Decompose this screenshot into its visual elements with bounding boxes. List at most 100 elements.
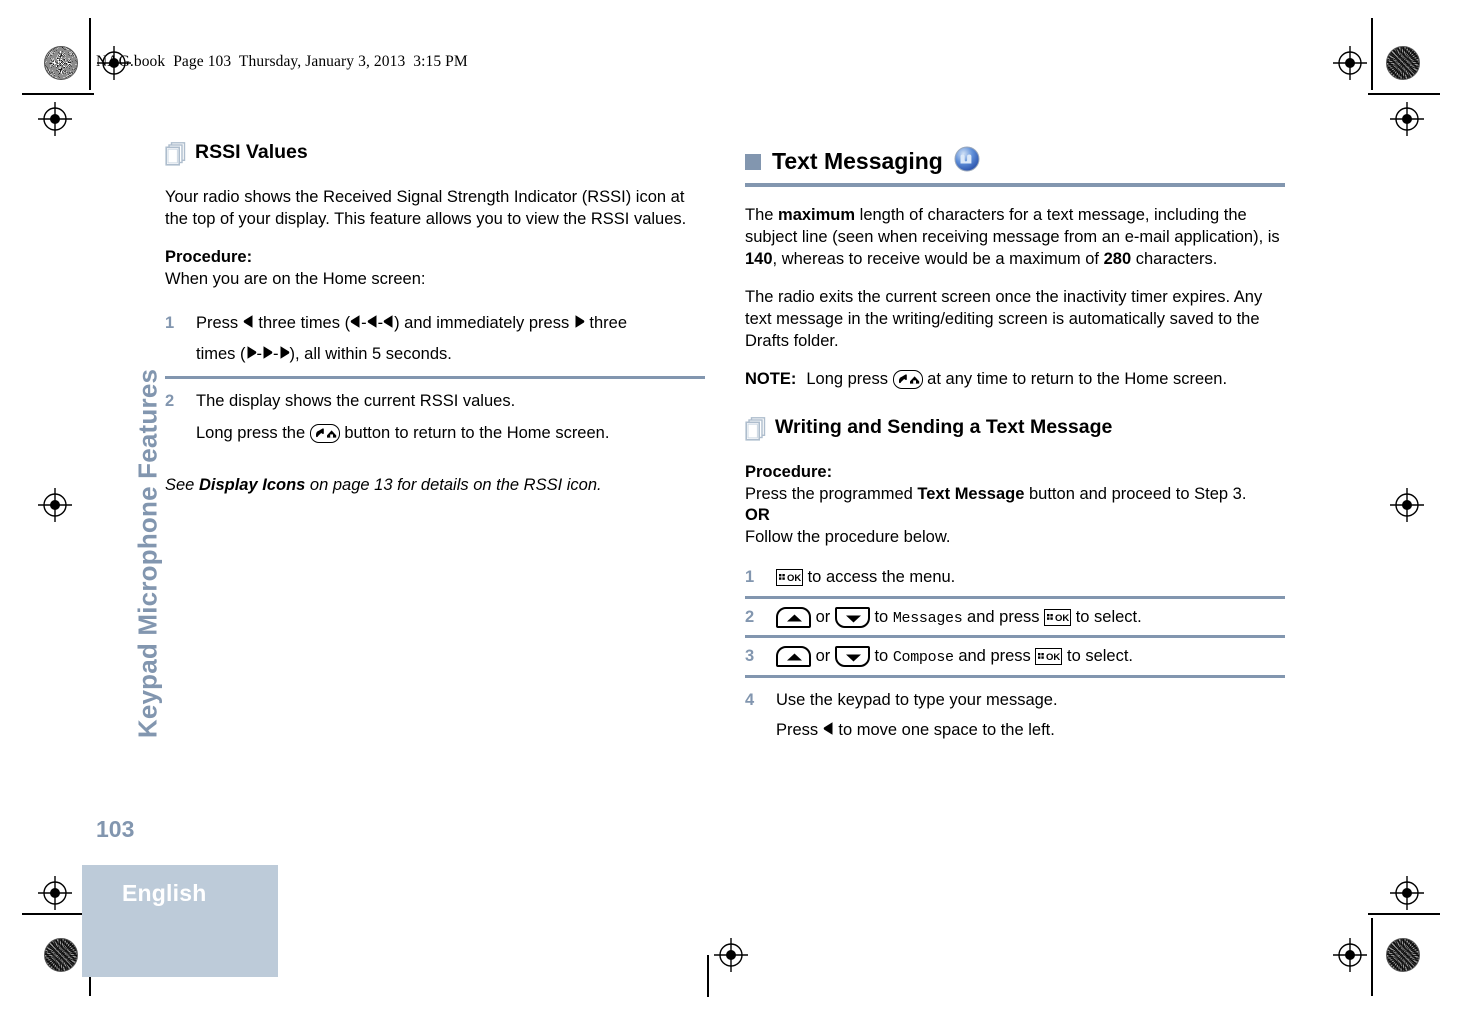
menu-ok-button-icon: OK (1035, 648, 1063, 666)
p1-bold-280: 280 (1103, 249, 1132, 268)
procedure-intro-left: When you are on the Home screen: (165, 269, 426, 288)
note-fragment: Long press (806, 369, 888, 388)
moire-target-top-right (1386, 46, 1420, 80)
step-item: 2 or to Messages and press OK to select. (745, 595, 1285, 635)
step-number: 2 (165, 392, 175, 411)
step-fragment: three (589, 313, 628, 332)
section-heading-label: Text Messaging (772, 147, 943, 174)
crop-line-bottom-center-vertical (707, 955, 709, 997)
registration-mark-top-right (1333, 46, 1367, 80)
step-number: 2 (745, 607, 755, 626)
pages-icon (165, 142, 186, 171)
step-fragment: and press (967, 607, 1040, 626)
p1-a: The (745, 206, 779, 224)
section-heading-text-messaging: Text Messaging (745, 146, 1285, 177)
step-item: 3 or to Compose and press OK to select. (745, 635, 1285, 674)
arrow-left-icon (383, 314, 394, 329)
note-text: Long press at any time to return to the … (806, 369, 1285, 391)
p1-d: characters. (1131, 249, 1218, 268)
step-line: Press three times (- -) and immediately p… (196, 313, 628, 332)
arrow-left-icon (823, 721, 834, 736)
step-text: Press three times (- -) and immediately p… (196, 308, 705, 371)
note-block: NOTE: Long press at any time to return t… (745, 369, 1285, 391)
registration-mark-left (38, 102, 72, 136)
text-message-steps-list: 1 OK to access the menu. 2 or to Message… (745, 565, 1285, 751)
step-fragment: and press (958, 647, 1031, 666)
step-fragment: to move one space to the left. (838, 721, 1055, 740)
registration-mark-lower-right (1390, 876, 1424, 910)
xref-lead: See (165, 476, 199, 495)
rssi-steps-list: 1 Press three times (- -) and immediately… (165, 307, 705, 455)
p1-bold-140: 140 (745, 249, 773, 268)
crop-line-right-vertical (1371, 18, 1373, 90)
step-item: 1 OK to access the menu. (745, 565, 1285, 595)
crop-line-right-vertical-bottom (1371, 918, 1373, 996)
pages-icon (745, 416, 766, 446)
proc-bold-text-message: Text Message (917, 484, 1025, 503)
navigate-up-button-icon (776, 646, 811, 668)
procedure-or: OR (745, 506, 770, 525)
moire-target-top-left (44, 46, 78, 80)
procedure-label-left: Procedure: (165, 247, 253, 266)
step-fragment: or (815, 607, 831, 626)
step-fragment: button to return to the Home screen. (344, 423, 610, 442)
menu-target-label: Messages (892, 609, 963, 627)
step-line: Long press the button to return to the H… (196, 418, 705, 449)
chapter-title-vertical: Keypad Microphone Features (132, 368, 163, 739)
p1-bold-maximum: maximum (778, 206, 856, 224)
registration-mark-right (1390, 102, 1424, 136)
home-back-button-icon (892, 369, 923, 389)
left-column: RSSI Values Your radio shows the Receive… (165, 140, 705, 513)
navigate-up-button-icon (776, 606, 811, 628)
xref-bold: Display Icons (198, 476, 306, 495)
note-label: NOTE: (745, 369, 797, 388)
arrow-left-icon (350, 314, 361, 329)
step-text: Use the keypad to type your message. Pre… (776, 685, 1285, 746)
arrow-right-icon (574, 314, 585, 329)
step-text: The display shows the current RSSI value… (196, 386, 705, 449)
note-fragment: at any time to return to the Home screen… (927, 369, 1228, 388)
rssi-intro-paragraph: Your radio shows the Received Signal Str… (165, 188, 687, 228)
crop-line-top-horizontal-left (22, 93, 94, 95)
home-back-button-icon (309, 423, 340, 443)
svg-text:OK: OK (787, 573, 801, 584)
registration-mark-mid-left (38, 488, 72, 522)
navigate-down-button-icon (834, 606, 870, 628)
procedure-line-1: Press the programmed Text Message button… (745, 484, 1285, 506)
arrow-right-icon (279, 345, 290, 360)
svg-text:OK: OK (1055, 613, 1069, 624)
section-heading-rule (745, 183, 1285, 187)
step-line: Use the keypad to type your message. (776, 690, 1058, 709)
registration-mark-bottom-center (714, 938, 748, 972)
cross-reference-line: See Display Icons on page 13 for details… (165, 475, 705, 497)
crop-line-bottom-horizontal-right (1368, 913, 1440, 915)
step-text: or to Compose and press OK to select. (776, 645, 1285, 668)
step-fragment: ), all within 5 seconds. (289, 345, 452, 364)
step-number: 1 (165, 313, 175, 332)
step-line: The display shows the current RSSI value… (196, 392, 516, 411)
arrow-left-icon (367, 314, 378, 329)
arrow-right-icon (246, 345, 257, 360)
step-fragment: times ( (196, 345, 246, 364)
step-number: 1 (745, 568, 755, 587)
step-item: 2 The display shows the current RSSI val… (165, 376, 705, 455)
registration-mark-bottom-right (1333, 938, 1367, 972)
crop-line-left-vertical (89, 18, 91, 90)
message-bubble-icon (954, 146, 980, 177)
step-fragment: to select. (1075, 607, 1142, 626)
step-number: 4 (745, 690, 755, 709)
navigate-down-button-icon (834, 646, 870, 668)
crop-line-top-horizontal-right (1368, 93, 1440, 95)
step-fragment: or (815, 647, 831, 666)
text-messaging-paragraph-2: The radio exits the current screen once … (745, 287, 1263, 350)
xref-tail: on page 13 for details on the RSSI icon. (305, 476, 602, 495)
step-item: 4 Use the keypad to type your message. P… (745, 674, 1285, 752)
language-tab-label: English (122, 880, 207, 906)
procedure-label-right: Procedure: (745, 462, 833, 481)
step-fragment: to (874, 647, 889, 666)
step-line: Press to move one space to the left. (776, 715, 1285, 746)
arrow-left-icon (243, 314, 254, 329)
right-column: Text Messaging The maximum length of cha… (745, 146, 1285, 768)
step-line: times (- -), all within 5 seconds. (196, 345, 452, 364)
subsection-heading-label: Writing and Sending a Text Message (775, 415, 1113, 438)
